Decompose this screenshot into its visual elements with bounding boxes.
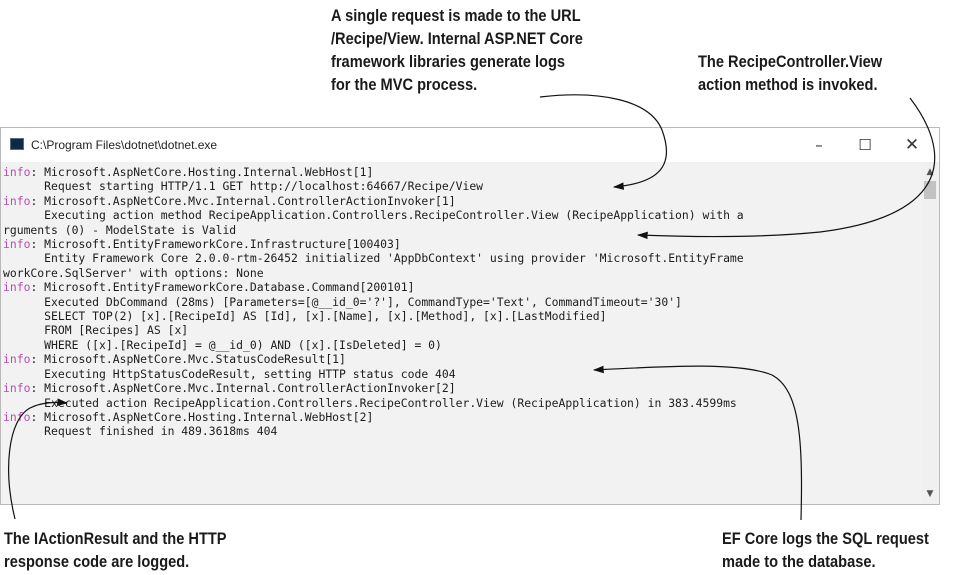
arrow-to-status-line [8, 398, 69, 520]
arrow-to-request-line [539, 94, 667, 190]
arrow-to-action-line [636, 97, 936, 240]
arrow-to-sql-line [592, 365, 803, 521]
annotation-arrows [8, 94, 936, 521]
